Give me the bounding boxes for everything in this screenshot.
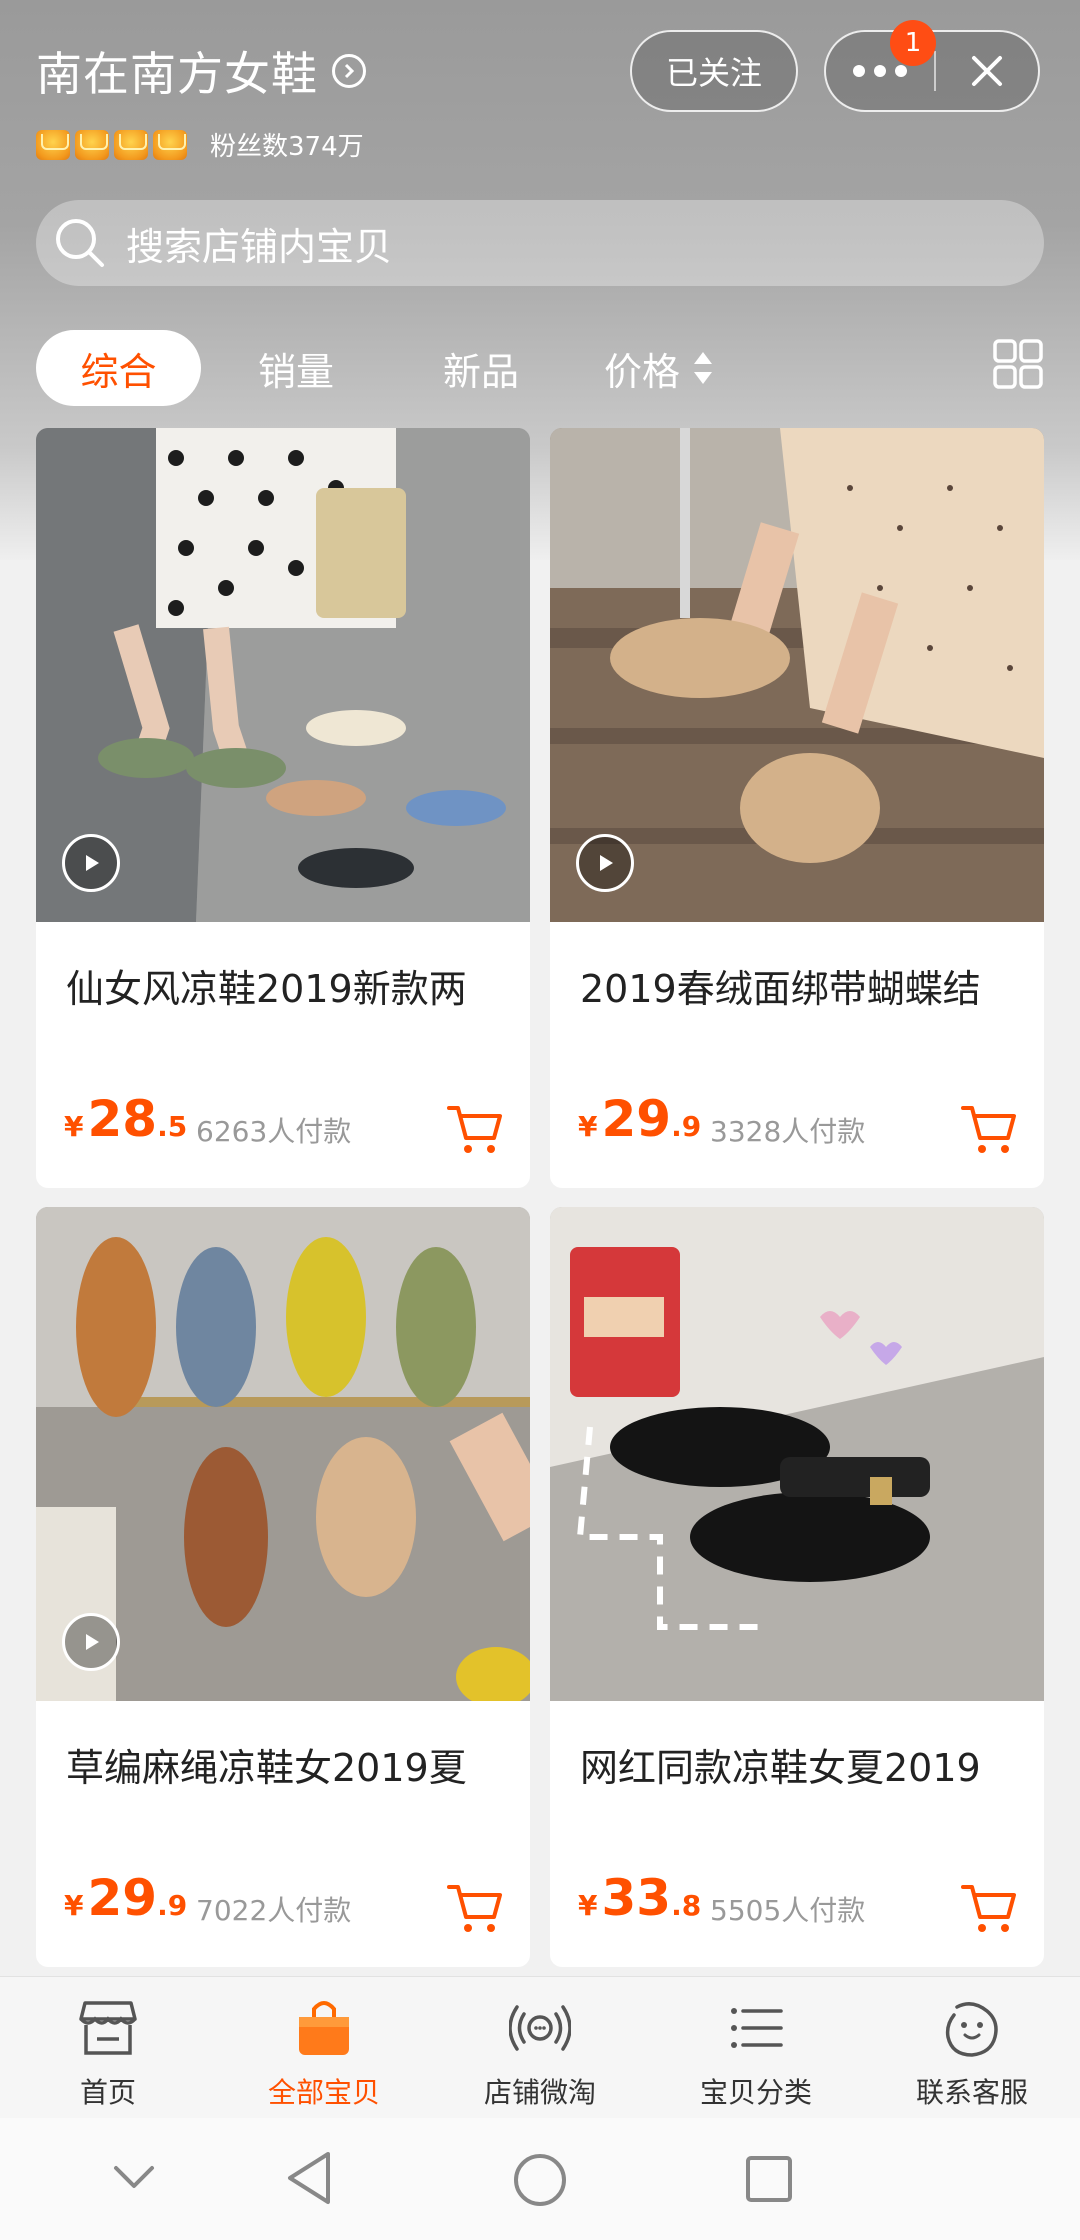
paid-count: 3328人付款 bbox=[710, 1115, 866, 1148]
recent-apps-icon[interactable] bbox=[744, 2154, 794, 2204]
tab-customer-service-label: 联系客服 bbox=[915, 2076, 1028, 2109]
product-image[interactable] bbox=[36, 1207, 530, 1701]
tab-new[interactable]: 新品 bbox=[421, 330, 541, 406]
product-card[interactable]: 2019春绒面绑带蝴蝶结 ¥ 29 .9 3328人付款 bbox=[550, 428, 1044, 1188]
shop-rating: 粉丝数374万 bbox=[36, 126, 364, 163]
play-icon bbox=[86, 855, 99, 871]
product-title: 网红同款凉鞋女夏2019 bbox=[580, 1746, 981, 1787]
list-icon bbox=[731, 2008, 783, 2048]
more-button[interactable]: 1 bbox=[826, 20, 936, 110]
tab-all-items-label: 全部宝贝 bbox=[267, 2076, 380, 2109]
play-icon bbox=[86, 1634, 99, 1650]
product-price: ¥ 29 .9 bbox=[64, 1869, 187, 1927]
system-navigation-bar bbox=[0, 2118, 1080, 2240]
service-face-icon bbox=[945, 2002, 998, 2057]
tab-sales[interactable]: 销量 bbox=[236, 330, 356, 406]
tab-price-label: 价格 bbox=[603, 349, 680, 394]
tab-price[interactable]: 价格 bbox=[584, 330, 734, 406]
add-to-cart-button[interactable] bbox=[446, 1879, 504, 1937]
more-icon bbox=[853, 65, 907, 77]
tab-customer-service[interactable]: 联系客服 bbox=[864, 1977, 1080, 2119]
play-video-button[interactable] bbox=[576, 834, 634, 892]
broadcast-icon bbox=[509, 2005, 571, 2051]
chevron-right-icon bbox=[332, 54, 366, 88]
layout-toggle-button[interactable] bbox=[992, 338, 1044, 390]
product-price: ¥ 29 .9 bbox=[578, 1090, 701, 1148]
crown-icon bbox=[36, 129, 70, 160]
product-card[interactable]: 网红同款凉鞋女夏2019 ¥ 33 .8 5505人付款 bbox=[550, 1207, 1044, 1967]
fans-count: 粉丝数374万 bbox=[210, 132, 364, 162]
tab-all-items[interactable]: 全部宝贝 bbox=[216, 1977, 432, 2119]
product-title: 草编麻绳凉鞋女2019夏 bbox=[66, 1746, 467, 1787]
price-decimal: .5 bbox=[157, 1110, 188, 1143]
product-image[interactable] bbox=[550, 428, 1044, 922]
currency-symbol: ¥ bbox=[578, 1889, 598, 1922]
shopping-bag-icon bbox=[299, 2001, 349, 2055]
back-icon[interactable] bbox=[284, 2150, 334, 2206]
cart-icon bbox=[961, 1106, 1016, 1153]
product-price: ¥ 28 .5 bbox=[64, 1090, 187, 1148]
price-integer: 33 bbox=[601, 1869, 672, 1927]
tab-categories-label: 宝贝分类 bbox=[699, 2076, 812, 2109]
shop-name-text: 南在南方女鞋 bbox=[36, 47, 318, 101]
crown-icon bbox=[75, 129, 109, 160]
cart-icon bbox=[447, 1106, 502, 1153]
product-price: ¥ 33 .8 bbox=[578, 1869, 701, 1927]
tab-comprehensive[interactable]: 综合 bbox=[36, 330, 201, 406]
shop-icon bbox=[79, 2001, 137, 2055]
product-title: 仙女风凉鞋2019新款两 bbox=[66, 967, 467, 1008]
currency-symbol: ¥ bbox=[64, 1889, 84, 1922]
product-title: 2019春绒面绑带蝴蝶结 bbox=[580, 967, 981, 1008]
add-to-cart-button[interactable] bbox=[960, 1100, 1018, 1158]
price-decimal: .9 bbox=[157, 1889, 188, 1922]
product-card[interactable]: 草编麻绳凉鞋女2019夏 ¥ 29 .9 7022人付款 bbox=[36, 1207, 530, 1967]
notification-badge: 1 bbox=[890, 20, 936, 66]
search-placeholder: 搜索店铺内宝贝 bbox=[126, 224, 393, 269]
paid-count: 6263人付款 bbox=[196, 1115, 352, 1148]
shop-name[interactable]: 南在南方女鞋 bbox=[36, 38, 366, 104]
search-input[interactable]: 搜索店铺内宝贝 bbox=[36, 200, 1044, 286]
product-card[interactable]: 仙女风凉鞋2019新款两 ¥ 28 .5 6263人付款 bbox=[36, 428, 530, 1188]
price-decimal: .9 bbox=[671, 1110, 702, 1143]
sort-arrows-icon bbox=[692, 350, 714, 386]
add-to-cart-button[interactable] bbox=[960, 1879, 1018, 1937]
sort-tabs: 综合 销量 新品 价格 bbox=[36, 330, 1044, 406]
close-icon bbox=[972, 56, 1002, 86]
shop-tab-bar: 首页 全部宝贝 店铺微淘 宝贝分类 联系客服 bbox=[0, 1976, 1080, 2118]
play-video-button[interactable] bbox=[62, 834, 120, 892]
cart-icon bbox=[447, 1885, 502, 1932]
price-decimal: .8 bbox=[671, 1889, 702, 1922]
chevron-down-icon[interactable] bbox=[112, 2162, 156, 2192]
play-icon bbox=[600, 855, 613, 871]
tab-weitao-label: 店铺微淘 bbox=[483, 2076, 596, 2109]
paid-count: 5505人付款 bbox=[710, 1894, 866, 1927]
tab-home-label: 首页 bbox=[79, 2076, 136, 2109]
currency-symbol: ¥ bbox=[64, 1110, 84, 1143]
close-button[interactable] bbox=[936, 32, 1038, 110]
tab-weitao[interactable]: 店铺微淘 bbox=[432, 1977, 648, 2119]
play-video-button[interactable] bbox=[62, 1613, 120, 1671]
menu-capsule: 1 bbox=[824, 20, 1040, 112]
crown-icon bbox=[153, 129, 187, 160]
search-icon bbox=[56, 219, 104, 267]
grid-view-icon bbox=[993, 339, 1043, 389]
currency-symbol: ¥ bbox=[578, 1110, 598, 1143]
paid-count: 7022人付款 bbox=[196, 1894, 352, 1927]
crown-icon bbox=[114, 129, 148, 160]
home-circle-icon[interactable] bbox=[512, 2152, 568, 2208]
follow-button[interactable]: 已关注 bbox=[630, 30, 798, 112]
price-integer: 29 bbox=[601, 1090, 672, 1148]
cart-icon bbox=[961, 1885, 1016, 1932]
product-image[interactable] bbox=[550, 1207, 1044, 1701]
add-to-cart-button[interactable] bbox=[446, 1100, 504, 1158]
product-image[interactable] bbox=[36, 428, 530, 922]
tab-home[interactable]: 首页 bbox=[0, 1977, 216, 2119]
price-integer: 29 bbox=[87, 1869, 158, 1927]
tab-categories[interactable]: 宝贝分类 bbox=[648, 1977, 864, 2119]
price-integer: 28 bbox=[87, 1090, 158, 1148]
